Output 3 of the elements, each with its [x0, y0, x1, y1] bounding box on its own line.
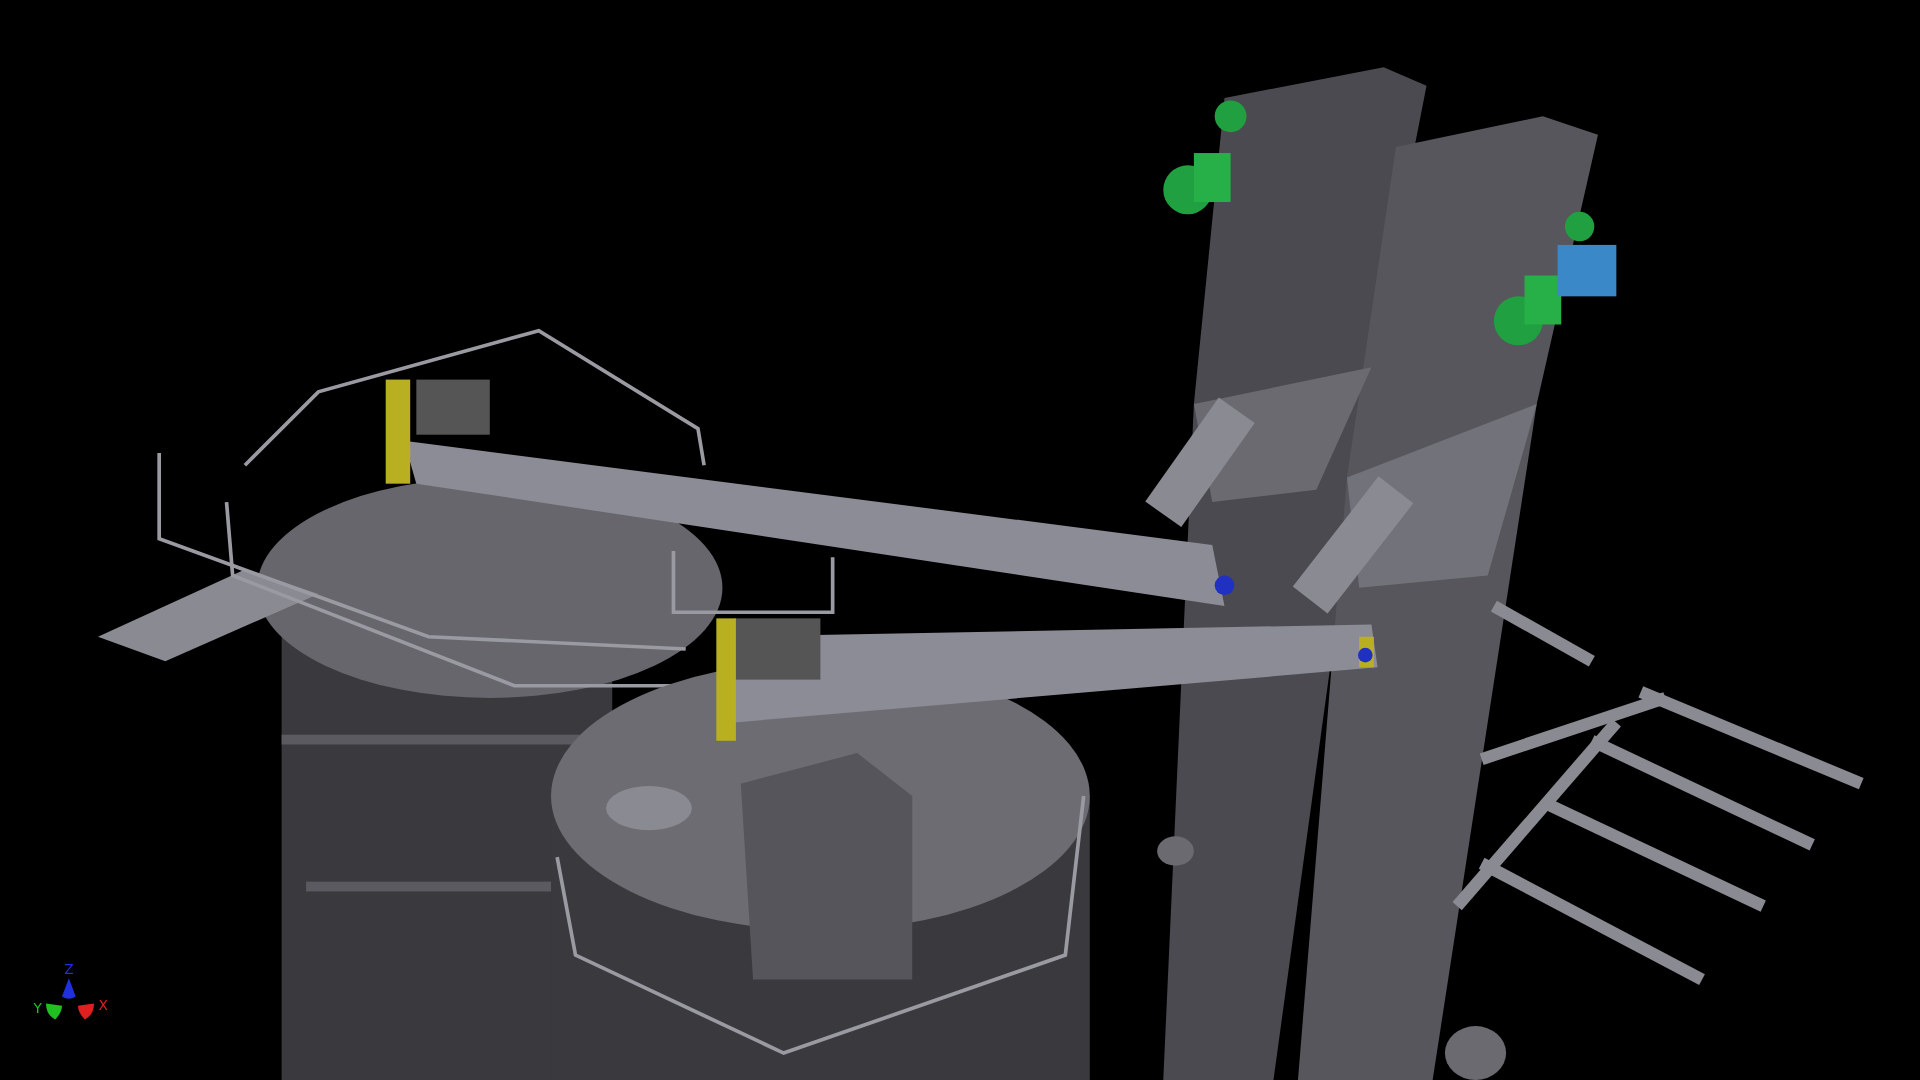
axis-label: Z [64, 960, 74, 977]
axis-label: X [98, 997, 108, 1014]
axis-label: Y [33, 999, 42, 1016]
